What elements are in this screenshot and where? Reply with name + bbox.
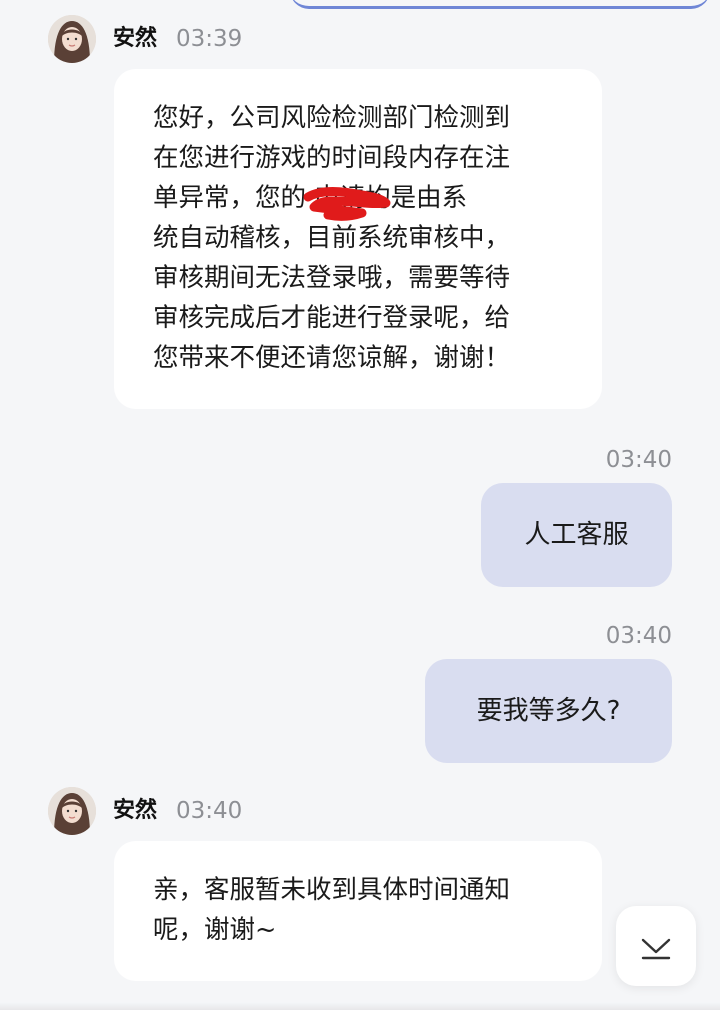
message-time: 03:40: [605, 623, 672, 649]
message-line: 审核完成后才能进行登录呢，给: [153, 303, 511, 333]
message-line: 呢，谢谢~: [153, 915, 277, 945]
message-time: 03:40: [605, 447, 672, 473]
sender-avatar[interactable]: [48, 787, 96, 835]
message-line: 您带来不便还请您谅解，谢谢！: [153, 343, 511, 373]
avatar-photo-icon: [48, 15, 96, 63]
incoming-message-bubble[interactable]: 亲，客服暂未收到具体时间通知 呢，谢谢~: [114, 841, 602, 981]
message-line: 您好，公司风险检测部门检测到: [153, 103, 511, 133]
outgoing-message-bubble[interactable]: 要我等多久?: [425, 659, 672, 763]
incoming-message-bubble[interactable]: 您好，公司风险检测部门检测到 在您进行游戏的时间段内存在注 单异常，您的 申请均…: [114, 69, 602, 409]
scroll-to-bottom-button[interactable]: [616, 906, 696, 986]
red-scribble-icon: [303, 187, 391, 221]
message-line: 统自动稽核，目前系统审核中，: [153, 223, 511, 253]
sender-name: 安然: [113, 798, 158, 823]
top-accent-line: [290, 0, 710, 9]
chevron-down-icon: [641, 938, 671, 960]
sender-name: 安然: [113, 26, 158, 51]
message-line: 在您进行游戏的时间段内存在注: [153, 143, 511, 173]
message-time: 03:39: [176, 26, 243, 52]
avatar-photo-icon: [48, 787, 96, 835]
message-line: 审核期间无法登录哦，需要等待: [153, 263, 511, 293]
chat-screen: 安然 03:39 您好，公司风险检测部门检测到 在您进行游戏的时间段内存在注 单…: [0, 0, 720, 1010]
message-line: 亲，客服暂未收到具体时间通知: [153, 875, 511, 905]
message-time: 03:40: [176, 798, 243, 824]
bottom-edge-shadow: [0, 1002, 720, 1010]
outgoing-message-bubble[interactable]: 人工客服: [481, 483, 672, 587]
sender-avatar[interactable]: [48, 15, 96, 63]
